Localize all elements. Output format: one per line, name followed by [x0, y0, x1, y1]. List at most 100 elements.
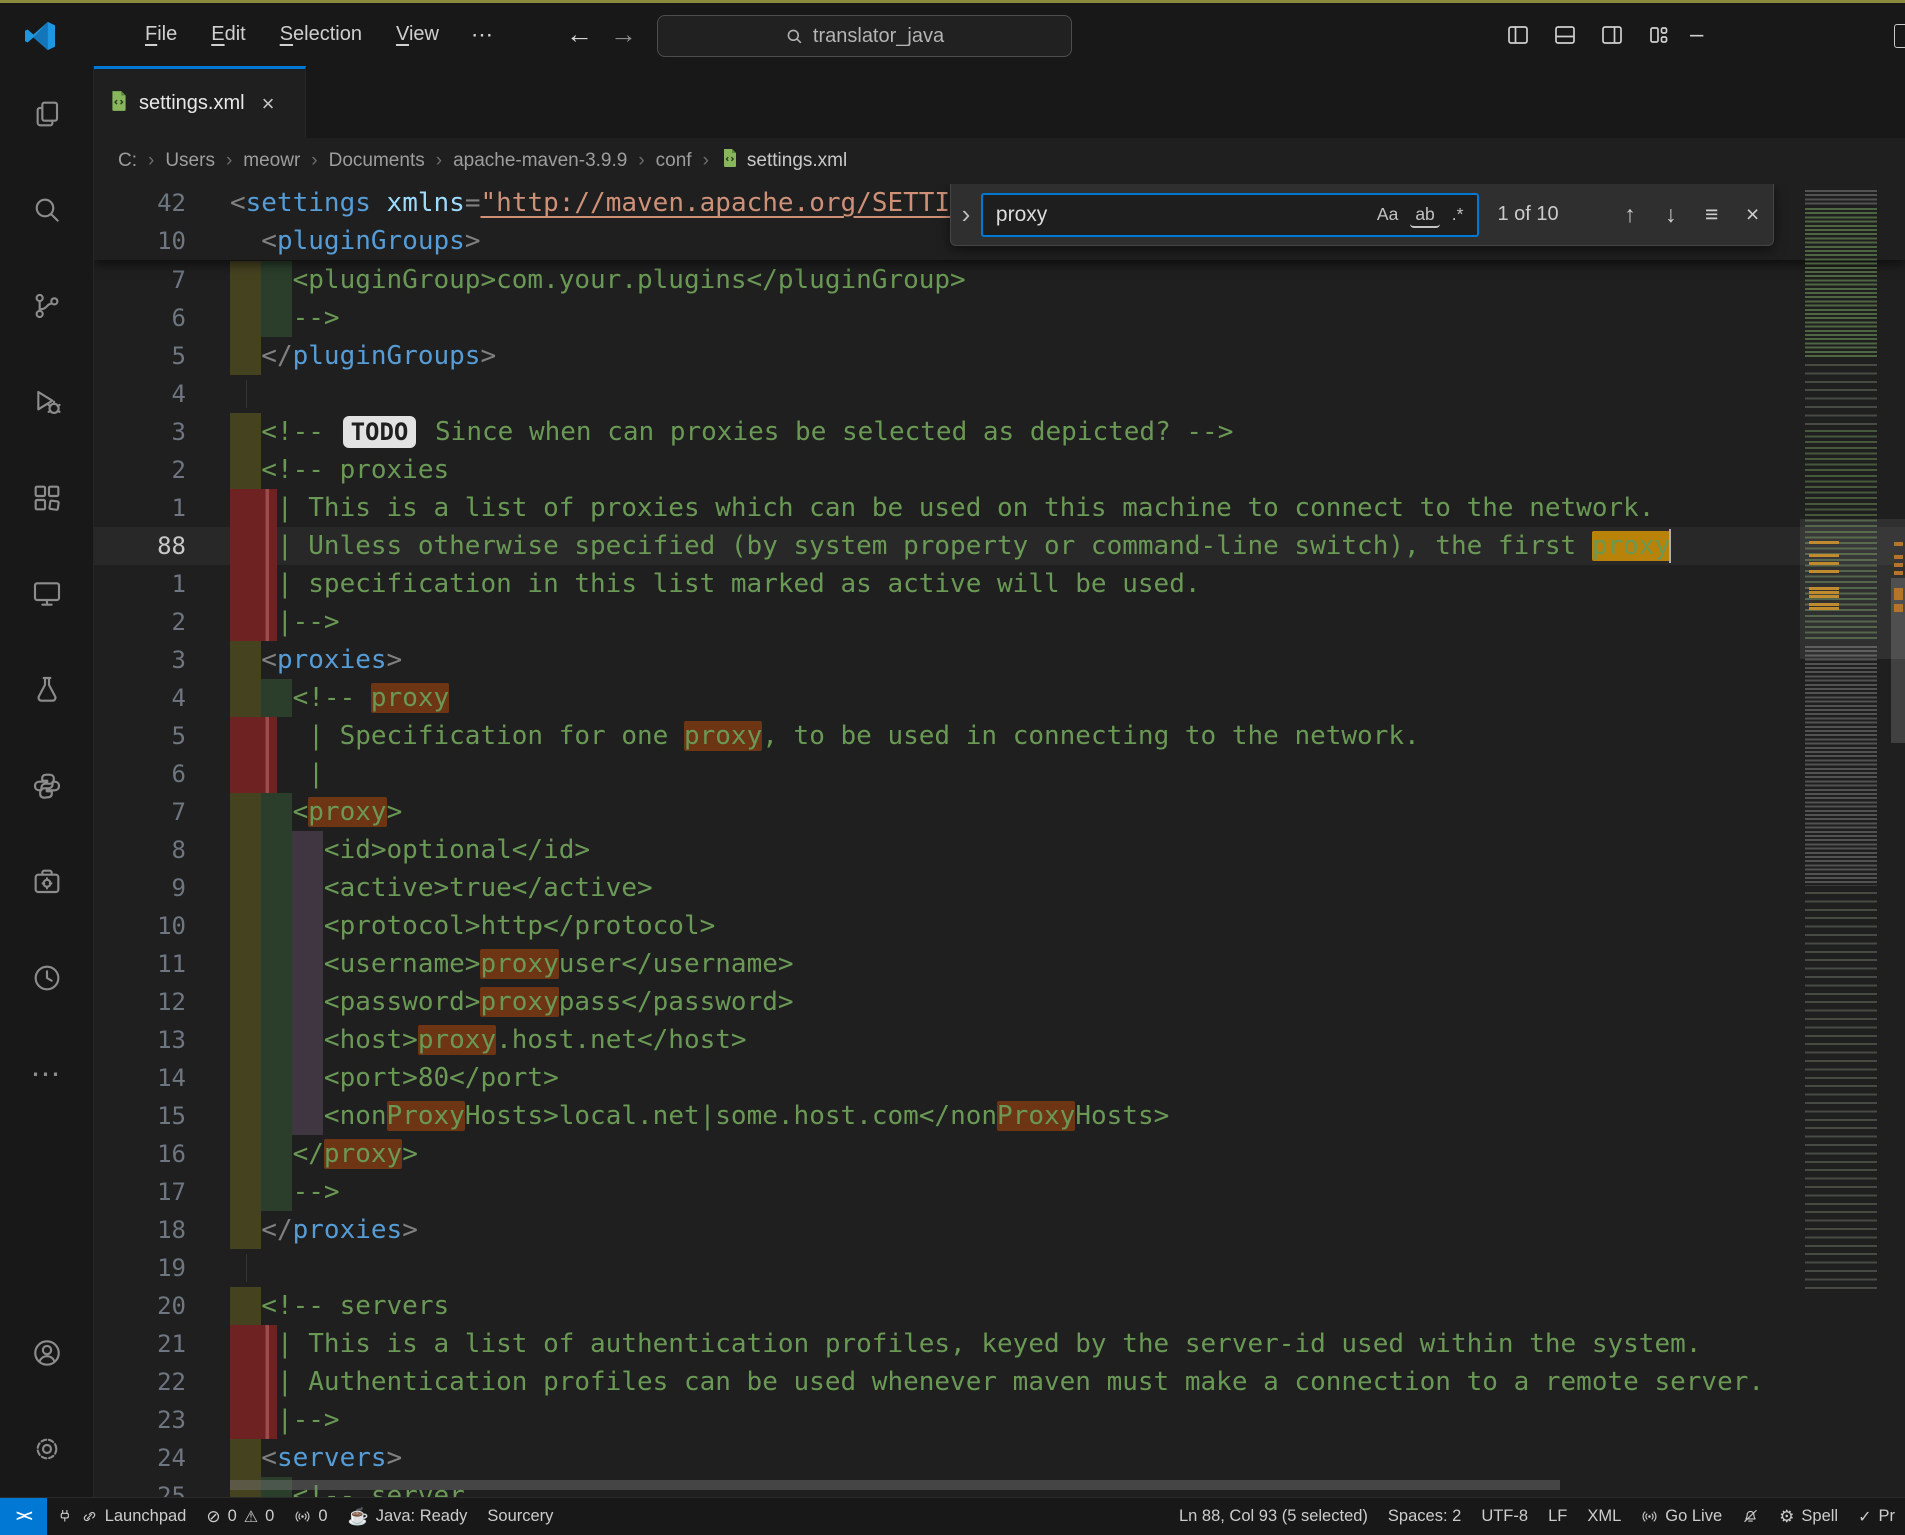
line-number[interactable]: 2 [94, 451, 186, 489]
code-line[interactable]: 2 |--> [94, 603, 1905, 641]
line-number[interactable]: 19 [94, 1249, 186, 1287]
line-number[interactable]: 4 [94, 679, 186, 717]
activity-settings-gear-icon[interactable] [0, 1401, 93, 1497]
line-number[interactable]: 10 [94, 907, 186, 945]
code-line[interactable]: 9 <active>true</active> [94, 869, 1905, 907]
line-number[interactable]: 4 [94, 375, 186, 413]
code-line[interactable]: 17 --> [94, 1173, 1905, 1211]
line-number[interactable]: 13 [94, 1021, 186, 1059]
activity-search-icon[interactable] [0, 162, 93, 258]
code-line[interactable]: 23 |--> [94, 1401, 1905, 1439]
toggle-panel-icon[interactable] [1553, 23, 1577, 47]
activity-timeline-icon[interactable] [0, 930, 93, 1026]
status-eol[interactable]: LF [1538, 1498, 1577, 1535]
status-indentation[interactable]: Spaces: 2 [1378, 1498, 1471, 1535]
code-line-current[interactable]: 88 | Unless otherwise specified (by syst… [94, 527, 1905, 565]
code-line[interactable]: 7 <proxy> [94, 793, 1905, 831]
activity-source-control-icon[interactable] [0, 258, 93, 354]
toggle-replace-icon[interactable]: › [951, 199, 981, 230]
code-line[interactable]: 16 </proxy> [94, 1135, 1905, 1173]
activity-files-icon[interactable] [0, 66, 93, 162]
status-prettier[interactable]: ✓Pr [1848, 1498, 1905, 1535]
code-line[interactable]: 4 <!-- proxy [94, 679, 1905, 717]
status-remote-indicator[interactable]: >< [0, 1498, 47, 1535]
line-number[interactable]: 25 [94, 1477, 186, 1497]
breadcrumb-item[interactable]: Documents [327, 150, 427, 172]
line-number[interactable]: 14 [94, 1059, 186, 1097]
line-number[interactable]: 3 [94, 641, 186, 679]
code-line[interactable]: 22 | Authentication profiles can be used… [94, 1363, 1905, 1401]
code-line[interactable]: 11 <username>proxyuser</username> [94, 945, 1905, 983]
code-line[interactable]: 13 <host>proxy.host.net</host> [94, 1021, 1905, 1059]
line-number[interactable]: 15 [94, 1097, 186, 1135]
code-line[interactable]: 21 | This is a list of authentication pr… [94, 1325, 1905, 1363]
line-number[interactable]: 3 [94, 413, 186, 451]
line-number[interactable]: 42 [94, 184, 186, 222]
line-number[interactable]: 1 [94, 565, 186, 603]
breadcrumb-item[interactable]: meowr [241, 150, 302, 172]
line-number[interactable]: 88 [94, 527, 186, 565]
status-notifications-muted[interactable] [1732, 1498, 1769, 1535]
line-number[interactable]: 5 [94, 717, 186, 755]
previous-match-button[interactable]: ↑ [1609, 201, 1650, 228]
status-ports[interactable]: 0 [284, 1498, 337, 1535]
line-number[interactable]: 16 [94, 1135, 186, 1173]
breadcrumb-item[interactable]: apache-maven-3.9.9 [451, 150, 629, 172]
status-cursor-position[interactable]: Ln 88, Col 93 (5 selected) [1169, 1498, 1378, 1535]
toggle-secondary-sidebar-icon[interactable] [1600, 23, 1624, 47]
close-tab-icon[interactable]: × [262, 91, 275, 117]
line-number[interactable]: 12 [94, 983, 186, 1021]
breadcrumb-item[interactable]: C: [116, 150, 139, 172]
code-line[interactable]: 8 <id>optional</id> [94, 831, 1905, 869]
line-number[interactable]: 24 [94, 1439, 186, 1477]
code-line[interactable]: 7 <pluginGroup>com.your.plugins</pluginG… [94, 261, 1905, 299]
line-number[interactable]: 2 [94, 603, 186, 641]
find-input[interactable]: proxy Aa ab .* [981, 193, 1480, 237]
code-editor[interactable]: 7 <pluginGroup>com.your.plugins</pluginG… [94, 184, 1905, 1497]
code-line[interactable]: 12 <password>proxypass</password> [94, 983, 1905, 1021]
history-back-button[interactable]: ← [566, 3, 593, 66]
status-encoding[interactable]: UTF-8 [1471, 1498, 1538, 1535]
breadcrumb-item[interactable]: conf [654, 150, 694, 172]
toggle-sidebar-icon[interactable] [1506, 23, 1530, 47]
command-center-search[interactable]: translator_java [657, 15, 1072, 57]
line-number[interactable]: 7 [94, 793, 186, 831]
status-java-status[interactable]: ☕Java: Ready [338, 1498, 478, 1535]
code-line[interactable]: 5 | Specification for one proxy, to be u… [94, 717, 1905, 755]
line-number[interactable]: 1 [94, 489, 186, 527]
code-line[interactable]: 3 <proxies> [94, 641, 1905, 679]
activity-more-icon[interactable]: ⋯ [0, 1026, 93, 1122]
status-spell[interactable]: ⚙Spell [1769, 1498, 1848, 1535]
breadcrumb-item[interactable]: Users [163, 150, 217, 172]
line-number[interactable]: 10 [94, 222, 186, 260]
find-in-selection-button[interactable]: ≡ [1691, 201, 1732, 228]
tab-settings-xml[interactable]: settings.xml × [94, 66, 306, 138]
code-line[interactable]: 5 </pluginGroups> [94, 337, 1905, 375]
line-number[interactable]: 18 [94, 1211, 186, 1249]
code-line[interactable]: 6 | [94, 755, 1905, 793]
code-line[interactable]: 1 | This is a list of proxies which can … [94, 489, 1905, 527]
line-number[interactable]: 11 [94, 945, 186, 983]
code-line[interactable]: 3 <!-- TODO Since when can proxies be se… [94, 413, 1905, 451]
line-number[interactable]: 6 [94, 755, 186, 793]
line-number[interactable]: 5 [94, 337, 186, 375]
menu-edit[interactable]: Edit [194, 17, 262, 52]
activity-testing-icon[interactable] [0, 642, 93, 738]
menu-view[interactable]: View [379, 17, 456, 52]
code-line[interactable]: 1 | specification in this list marked as… [94, 565, 1905, 603]
customize-layout-icon[interactable] [1647, 23, 1671, 47]
status-language-mode[interactable]: XML [1577, 1498, 1631, 1535]
activity-project-icon[interactable] [0, 834, 93, 930]
whole-word-button[interactable]: ab [1410, 201, 1439, 228]
status-sourcery[interactable]: Sourcery [477, 1498, 563, 1535]
line-number[interactable]: 23 [94, 1401, 186, 1439]
close-find-widget-icon[interactable]: × [1732, 201, 1773, 228]
line-number[interactable]: 6 [94, 299, 186, 337]
status-launchpad[interactable]: Launchpad [47, 1498, 197, 1535]
history-forward-button[interactable]: → [610, 3, 637, 66]
line-number[interactable]: 22 [94, 1363, 186, 1401]
activity-account-icon[interactable] [0, 1305, 93, 1401]
match-case-button[interactable]: Aa [1372, 201, 1403, 228]
activity-run-debug-icon[interactable] [0, 354, 93, 450]
code-line[interactable]: 6 --> [94, 299, 1905, 337]
